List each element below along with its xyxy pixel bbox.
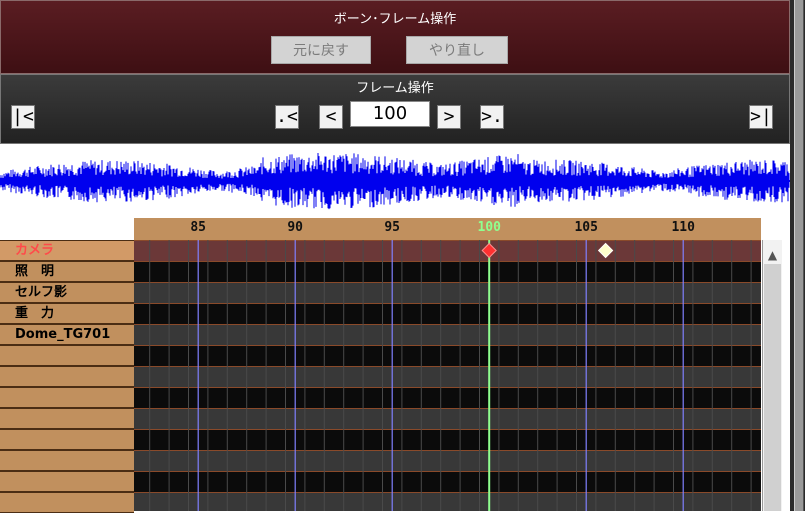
track-row-8 (134, 408, 761, 429)
last-frame-button[interactable]: >| (749, 105, 773, 129)
track-name-10[interactable] (0, 450, 134, 471)
track-row-9 (134, 429, 761, 450)
frame-operation-panel: フレーム操作 |< .< < 100 > >. >| (0, 74, 790, 144)
track-name-12[interactable] (0, 492, 134, 513)
bone-frame-panel-title: ボーン･フレーム操作 (333, 12, 457, 27)
window-edge (790, 0, 805, 511)
frame-ruler[interactable]: 85 90 95 100 105 110 (134, 218, 761, 241)
frame-number-input[interactable]: 100 (350, 101, 430, 127)
ruler-tick-95: 95 (384, 220, 401, 235)
track-name-7[interactable] (0, 387, 134, 408)
track-row-1 (134, 261, 761, 282)
track-row-3 (134, 303, 761, 324)
track-row-7 (134, 387, 761, 408)
frame-panel-title: フレーム操作 (356, 81, 434, 96)
track-name-6[interactable] (0, 366, 134, 387)
prev-keyframe-button[interactable]: .< (275, 105, 299, 129)
ruler-tick-100: 100 (477, 220, 501, 235)
track-name-4[interactable]: Dome_TG701 (0, 324, 134, 345)
scroll-up-icon[interactable]: ▲ (763, 248, 782, 262)
next-keyframe-button[interactable]: >. (480, 105, 504, 129)
track-name-1[interactable]: 照 明 (0, 261, 134, 282)
track-list: カメラ照 明セルフ影重 力 Dome_TG701 (0, 240, 134, 513)
keyframe-grid[interactable] (134, 240, 761, 511)
bone-frame-panel: ボーン･フレーム操作 元に戻す やり直し (0, 0, 790, 74)
undo-button[interactable]: 元に戻す (271, 36, 371, 64)
redo-button[interactable]: やり直し (406, 36, 508, 64)
track-row-6 (134, 366, 761, 387)
waveform-signal (0, 153, 790, 210)
track-name-8[interactable] (0, 408, 134, 429)
track-row-10 (134, 450, 761, 471)
track-name-3[interactable]: 重 力 (0, 303, 134, 324)
track-name-5[interactable] (0, 345, 134, 366)
track-name-0[interactable]: カメラ (0, 240, 134, 261)
track-row-2 (134, 282, 761, 303)
track-row-5 (134, 345, 761, 366)
ruler-tick-105: 105 (574, 220, 598, 235)
audio-waveform (0, 144, 790, 216)
timeline-scrollbar[interactable]: ▲ (762, 240, 782, 511)
first-frame-button[interactable]: |< (11, 105, 35, 129)
track-name-9[interactable] (0, 429, 134, 450)
track-row-4 (134, 324, 761, 345)
scroll-thumb[interactable] (764, 264, 781, 511)
ruler-tick-90: 90 (287, 220, 304, 235)
track-name-11[interactable] (0, 471, 134, 492)
window-splitter[interactable] (794, 0, 804, 511)
track-name-2[interactable]: セルフ影 (0, 282, 134, 303)
prev-frame-button[interactable]: < (319, 105, 343, 129)
ruler-tick-110: 110 (671, 220, 695, 235)
ruler-tick-85: 85 (190, 220, 207, 235)
track-row-12 (134, 492, 761, 511)
track-row-0 (134, 240, 761, 261)
next-frame-button[interactable]: > (437, 105, 461, 129)
track-row-11 (134, 471, 761, 492)
